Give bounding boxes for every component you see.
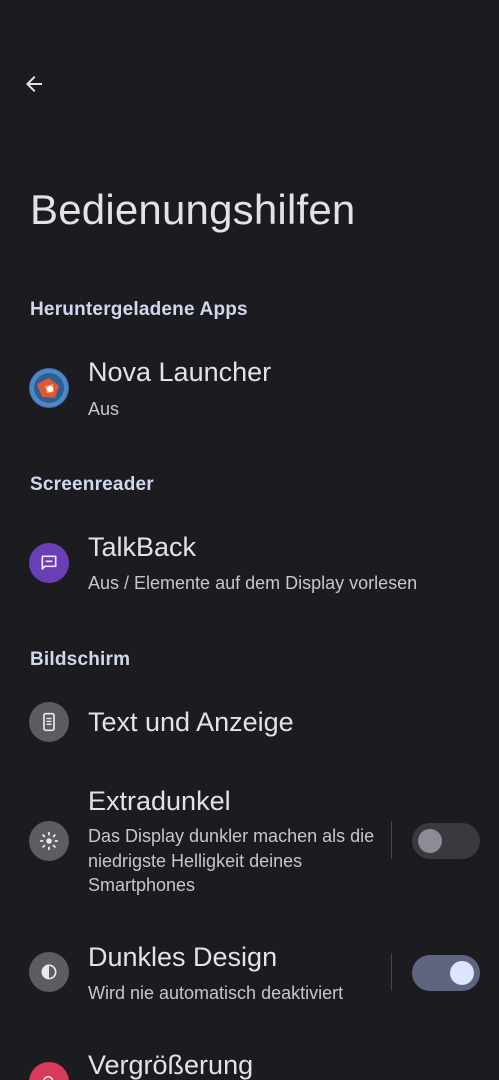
item-title: TalkBack xyxy=(88,532,197,562)
list-item-text-und-anzeige[interactable]: Text und Anzeige xyxy=(0,692,499,754)
arrow-back-icon xyxy=(26,76,42,92)
divider xyxy=(391,821,392,859)
phone-text-icon xyxy=(29,702,69,742)
section-header-bildschirm: Bildschirm xyxy=(30,649,131,670)
item-subtitle: Aus xyxy=(88,399,120,419)
list-item-talkback[interactable]: TalkBack Aus / Elemente auf dem Display … xyxy=(0,515,499,615)
list-item-extradunkel[interactable]: Extradunkel Das Display dunkler machen a… xyxy=(0,778,499,918)
section-header-downloaded-apps: Heruntergeladene Apps xyxy=(30,299,248,320)
item-title: Nova Launcher xyxy=(88,357,272,387)
toggle-knob xyxy=(418,829,442,853)
toggle-knob xyxy=(450,961,474,985)
back-button[interactable] xyxy=(14,64,54,104)
item-subtitle: Das Display dunkler machen als die niedr… xyxy=(88,826,375,895)
item-title: Text und Anzeige xyxy=(88,707,294,737)
divider xyxy=(391,953,392,991)
page-title: Bedienungshilfen xyxy=(30,186,356,233)
list-item-nova-launcher[interactable]: Nova Launcher Aus xyxy=(0,340,499,440)
nova-launcher-icon xyxy=(29,368,69,408)
list-item-vergroesserung[interactable]: Vergrößerung xyxy=(0,1046,499,1080)
brightness-low-icon xyxy=(29,821,69,861)
item-title: Dunkles Design xyxy=(88,942,278,972)
contrast-icon xyxy=(29,952,69,992)
magnify-icon xyxy=(29,1062,69,1080)
item-subtitle: Aus / Elemente auf dem Display vorlesen xyxy=(88,573,418,593)
item-title: Vergrößerung xyxy=(88,1050,254,1080)
item-subtitle: Wird nie automatisch deaktiviert xyxy=(88,983,344,1003)
chat-bubble-icon xyxy=(29,543,69,583)
section-header-screenreader: Screenreader xyxy=(30,474,154,495)
list-item-dunkles-design[interactable]: Dunkles Design Wird nie automatisch deak… xyxy=(0,935,499,1035)
dunkles-design-toggle[interactable] xyxy=(412,955,480,991)
extradunkel-toggle[interactable] xyxy=(412,823,480,859)
item-title: Extradunkel xyxy=(88,786,231,816)
